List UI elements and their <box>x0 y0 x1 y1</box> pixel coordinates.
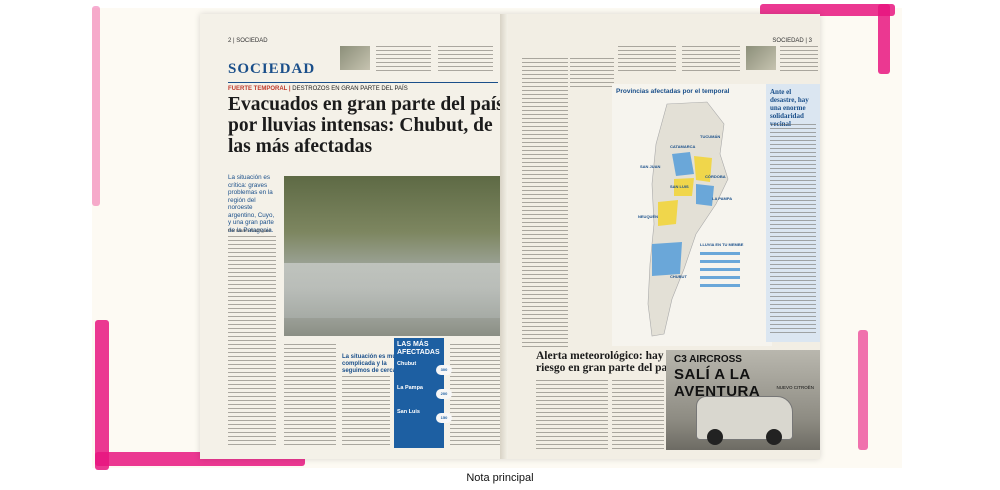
ad-model: NUEVO CITROËN <box>776 385 814 390</box>
section-rule <box>228 82 498 83</box>
right-top-teasers <box>618 42 818 78</box>
teaser-text <box>780 46 818 74</box>
map-legend <box>700 252 740 292</box>
frame-stroke-right-bottom <box>858 330 868 450</box>
solidarity-sidebar: Ante el desastre, hay una enorme solidar… <box>766 84 820 342</box>
body-column <box>570 58 614 88</box>
byline: Por Martín Rodríguez <box>228 228 272 233</box>
kicker-text: DESTROZOS EN GRAN PARTE DEL PAÍS <box>292 86 408 92</box>
legend-title: LLUVIA EN TU MEMBE <box>700 242 744 247</box>
teaser-photo <box>746 46 776 70</box>
ad-slogan: SALÍ A LA AVENTURA <box>674 366 761 400</box>
body-column <box>612 380 664 450</box>
infobox-item: Chubut 300 <box>394 359 452 383</box>
body-column <box>536 380 608 450</box>
sidebar-heading: Ante el desastre, hay una enorme solidar… <box>770 88 809 128</box>
affected-infobox: LAS MÁS AFECTADAS Chubut 300 La Pampa 20… <box>394 338 452 448</box>
frame-stroke-right <box>878 4 890 74</box>
map-label: CHUBUT <box>670 274 687 279</box>
infobox-pill: 150 <box>436 413 452 423</box>
body-column <box>284 344 336 448</box>
body-column <box>770 124 816 334</box>
map-label: NEUQUÉN <box>638 214 659 219</box>
page-gutter <box>500 14 508 459</box>
body-column <box>522 58 568 348</box>
body-column <box>228 236 276 446</box>
frame-stroke-left-top <box>92 6 100 206</box>
kicker: FUERTE TEMPORAL | DESTROZOS EN GRAN PART… <box>228 86 408 92</box>
wheel-icon <box>707 429 723 445</box>
pull-quote: La situación es muy complicada y la segu… <box>342 354 400 374</box>
infobox-pill: 200 <box>436 389 452 399</box>
flood-photo <box>284 176 506 336</box>
left-top-teasers <box>340 42 500 78</box>
wheel-icon <box>766 429 782 445</box>
section-title: SOCIEDAD <box>228 61 316 77</box>
map-title: Provincias afectadas por el temporal <box>616 88 730 95</box>
teaser-text <box>376 46 431 72</box>
car-icon <box>696 396 793 445</box>
infobox-title: LAS MÁS AFECTADAS <box>397 341 440 356</box>
infobox-item: San Luis 150 <box>394 407 452 431</box>
infobox-pill: 300 <box>436 365 452 375</box>
map-label: CÓRDOBA <box>705 174 726 179</box>
frame-stroke-left-bottom <box>95 320 109 470</box>
teaser-text <box>618 46 676 74</box>
map-label: CATAMARCA <box>670 144 696 149</box>
newspaper-spread: 2 | SOCIEDAD SOCIEDAD FUERTE TEMPORAL | … <box>200 14 820 459</box>
map-label: SAN JUAN <box>640 164 661 169</box>
flood-water <box>284 263 506 318</box>
body-column <box>342 376 390 448</box>
lead-text: La situación es crítica: graves problema… <box>228 174 275 234</box>
image-caption: Nota principal <box>466 472 534 484</box>
map-label: LA PAMPA <box>712 196 733 201</box>
infobox-item: La Pampa 200 <box>394 383 452 407</box>
car-advertisement: C3 AIRCROSS SALÍ A LA AVENTURA NUEVO CIT… <box>666 350 820 450</box>
teaser-text <box>438 46 493 72</box>
teaser-photo <box>340 46 370 70</box>
left-page: 2 | SOCIEDAD SOCIEDAD FUERTE TEMPORAL | … <box>200 14 506 459</box>
argentina-map <box>647 101 729 337</box>
body-column <box>450 344 500 448</box>
map-label: TUCUMÁN <box>700 134 721 139</box>
map-graphic <box>612 84 772 346</box>
kicker-label: FUERTE TEMPORAL | <box>228 86 291 92</box>
teaser-text <box>682 46 740 74</box>
ad-brand: C3 AIRCROSS <box>674 354 742 365</box>
main-headline: Evacuados en gran parte del país por llu… <box>228 94 504 157</box>
map-label: SAN LUIS <box>670 184 689 189</box>
left-folio: 2 | SOCIEDAD <box>228 38 268 44</box>
